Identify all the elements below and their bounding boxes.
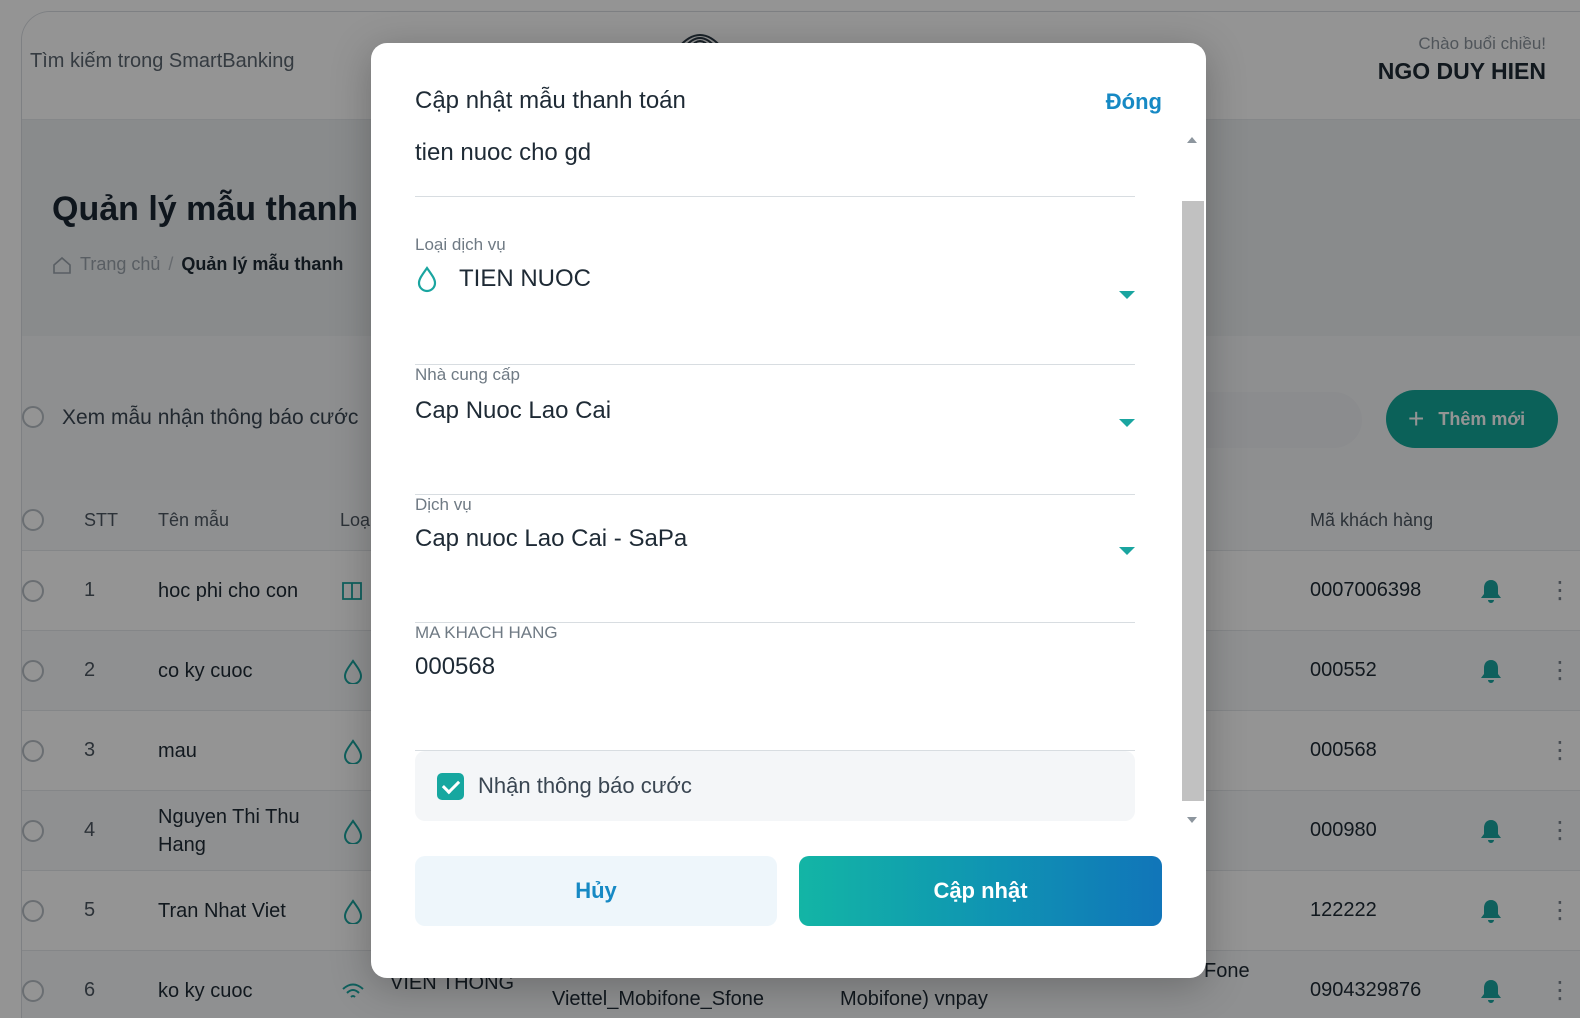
modal-scrollbar[interactable]: [1182, 129, 1204, 829]
provider-label: Nhà cung cấp: [415, 365, 520, 384]
modal-form: tien nuoc cho gd Loại dịch vụ TIEN NUOC …: [415, 129, 1135, 829]
customer-code-field[interactable]: MA KHACH HANG 000568: [415, 623, 1135, 751]
customer-code-value: 000568: [415, 653, 496, 680]
provider-select[interactable]: Nhà cung cấp Cap Nuoc Lao Cai: [415, 365, 1135, 495]
modal-title: Cập nhật mẫu thanh toán: [415, 87, 686, 114]
customer-code-label: MA KHACH HANG: [415, 623, 558, 642]
service-value: Cap nuoc Lao Cai - SaPa: [415, 525, 688, 552]
service-label: Dịch vụ: [415, 495, 472, 514]
scrollbar-thumb[interactable]: [1182, 201, 1204, 801]
cancel-button[interactable]: Hủy: [415, 856, 777, 926]
provider-value: Cap Nuoc Lao Cai: [415, 397, 612, 424]
service-type-value: TIEN NUOC: [459, 265, 591, 292]
water-drop-icon: [417, 266, 437, 293]
scroll-up-arrow-icon[interactable]: [1187, 137, 1197, 143]
scroll-down-arrow-icon[interactable]: [1187, 817, 1197, 823]
notify-checkbox[interactable]: [437, 773, 464, 800]
chevron-down-icon: [1119, 291, 1135, 299]
chevron-down-icon: [1119, 547, 1135, 555]
service-select[interactable]: Dịch vụ Cap nuoc Lao Cai - SaPa: [415, 495, 1135, 623]
update-template-modal: Cập nhật mẫu thanh toán Đóng tien nuoc c…: [371, 43, 1206, 978]
notify-label[interactable]: Nhận thông báo cước: [478, 773, 692, 799]
close-button[interactable]: Đóng: [1106, 89, 1162, 115]
template-name-field[interactable]: tien nuoc cho gd: [415, 139, 1135, 197]
template-name-value: tien nuoc cho gd: [415, 139, 592, 166]
update-button[interactable]: Cập nhật: [799, 856, 1162, 926]
service-type-row: TIEN NUOC: [415, 265, 591, 293]
service-type-select[interactable]: Loại dịch vụ TIEN NUOC: [415, 235, 1135, 365]
service-type-label: Loại dịch vụ: [415, 235, 506, 254]
notify-option: Nhận thông báo cước: [415, 751, 1135, 821]
chevron-down-icon: [1119, 419, 1135, 427]
